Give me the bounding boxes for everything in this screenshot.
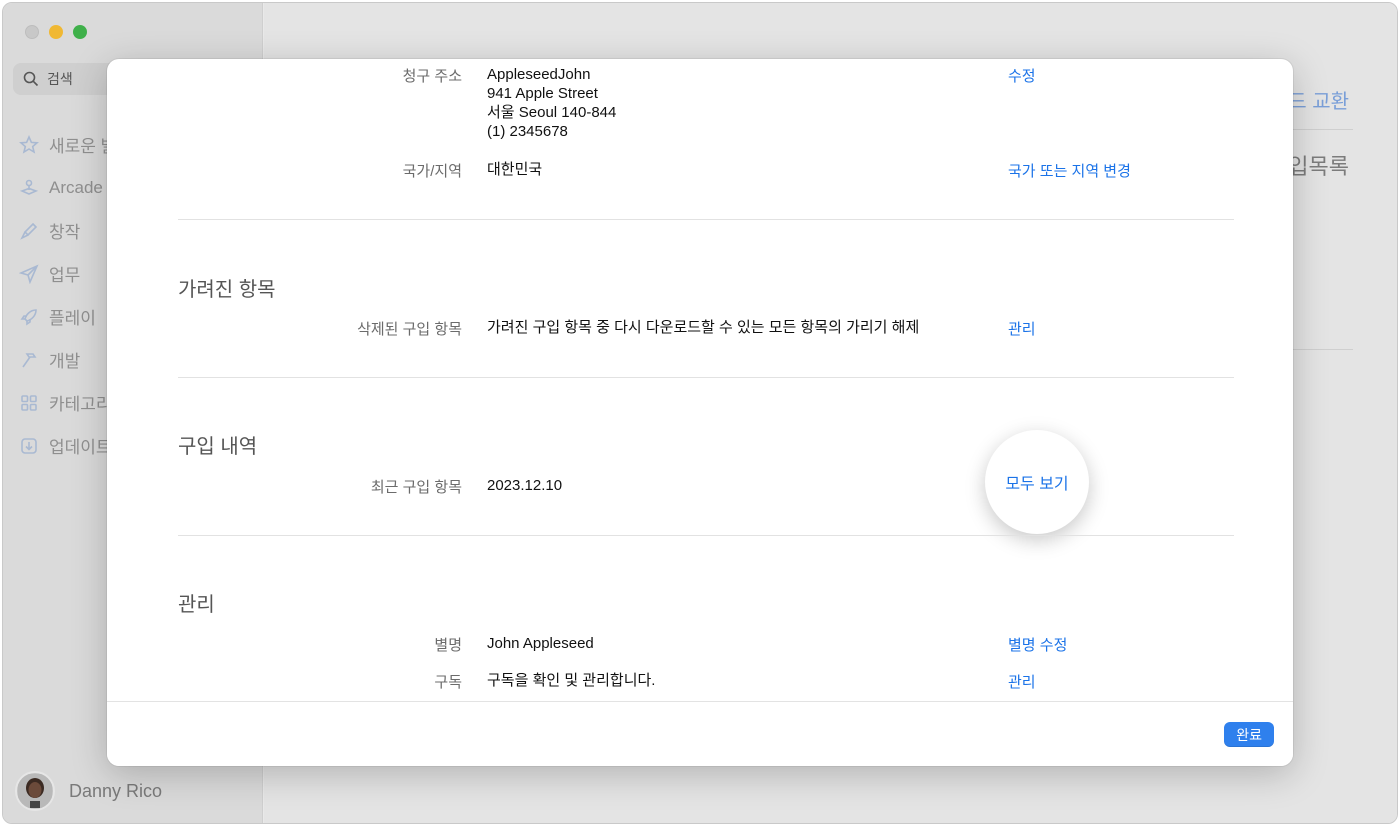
star-icon xyxy=(19,134,39,154)
search-placeholder: 검색 xyxy=(47,71,73,87)
window-controls xyxy=(25,25,87,39)
user-account[interactable]: Danny Rico xyxy=(15,771,162,811)
search-icon xyxy=(23,71,39,87)
sidebar-item-label: 업데이트 xyxy=(49,438,112,457)
billing-line: 서울 Seoul 140-844 xyxy=(487,104,617,121)
manage-heading: 관리 xyxy=(178,594,215,616)
dialog-footer: 완료 xyxy=(107,701,1293,766)
sidebar-item-label: Arcade xyxy=(49,177,103,197)
done-button[interactable]: 완료 xyxy=(1224,722,1274,747)
country-value: 대한민국 xyxy=(487,161,543,178)
joystick-icon xyxy=(19,179,39,195)
sidebar-item-label: 업무 xyxy=(49,266,81,285)
manage-subscriptions-link[interactable]: 관리 xyxy=(1008,671,1036,692)
billing-address-label: 청구 주소 xyxy=(402,68,462,85)
user-name: Danny Rico xyxy=(69,780,163,801)
recent-purchase-label: 최근 구입 항목 xyxy=(370,479,462,496)
hammer-icon xyxy=(22,352,37,367)
divider xyxy=(178,377,1234,378)
billing-line: (1) 2345678 xyxy=(487,123,568,140)
subscriptions-value: 구독을 확인 및 관리합니다. xyxy=(487,672,656,689)
hidden-purchases-value: 가려진 구입 항목 중 다시 다운로드할 수 있는 모든 항목의 가리기 해제 xyxy=(487,319,920,336)
settings-scroll-area[interactable]: 청구 주소 AppleseedJohn 941 Apple Street 서울 … xyxy=(107,59,1293,701)
hidden-items-heading: 가려진 항목 xyxy=(178,279,276,301)
subscriptions-label: 구독 xyxy=(434,674,462,691)
memoji-icon xyxy=(18,774,52,808)
sidebar-item-label: 플레이 xyxy=(49,309,96,328)
sidebar-item-label: 창작 xyxy=(49,223,81,242)
redeem-link[interactable]: 드 교환 xyxy=(1288,85,1349,114)
recent-purchase-date: 2023.12.10 xyxy=(487,477,563,494)
maximize-window-button[interactable] xyxy=(73,25,87,39)
billing-line: 941 Apple Street xyxy=(487,85,598,102)
hidden-purchases-label: 삭제된 구입 항목 xyxy=(357,321,462,338)
account-settings-dialog: 청구 주소 AppleseedJohn 941 Apple Street 서울 … xyxy=(107,59,1293,766)
billing-line: AppleseedJohn xyxy=(487,66,591,83)
divider xyxy=(178,219,1234,220)
close-window-button[interactable] xyxy=(25,25,39,39)
avatar xyxy=(15,771,55,811)
see-all-link[interactable]: 모두 보기 xyxy=(985,430,1089,534)
nickname-label: 별명 xyxy=(434,637,462,654)
sidebar-item-label: 카테고리 xyxy=(49,395,112,414)
minimize-window-button[interactable] xyxy=(49,25,63,39)
rocket-icon xyxy=(20,308,37,325)
sidebar-item-label: 개발 xyxy=(49,352,81,371)
brush-icon xyxy=(20,222,38,240)
divider xyxy=(1283,349,1353,350)
billing-address-value: AppleseedJohn 941 Apple Street 서울 Seoul … xyxy=(487,65,616,141)
edit-billing-link[interactable]: 수정 xyxy=(1008,65,1036,86)
wishlist-title: 입목록 xyxy=(1288,154,1349,179)
manage-hidden-link[interactable]: 관리 xyxy=(1008,318,1036,339)
change-country-link[interactable]: 국가 또는 지역 변경 xyxy=(1008,160,1131,181)
nickname-value: John Appleseed xyxy=(487,635,594,652)
edit-nickname-link[interactable]: 별명 수정 xyxy=(1008,634,1067,655)
divider xyxy=(178,535,1234,536)
grid-icon xyxy=(21,394,37,411)
download-icon xyxy=(21,437,37,454)
country-label: 국가/지역 xyxy=(402,163,462,180)
paperplane-icon xyxy=(19,263,39,284)
divider xyxy=(1283,129,1353,130)
purchase-history-heading: 구입 내역 xyxy=(178,436,258,458)
